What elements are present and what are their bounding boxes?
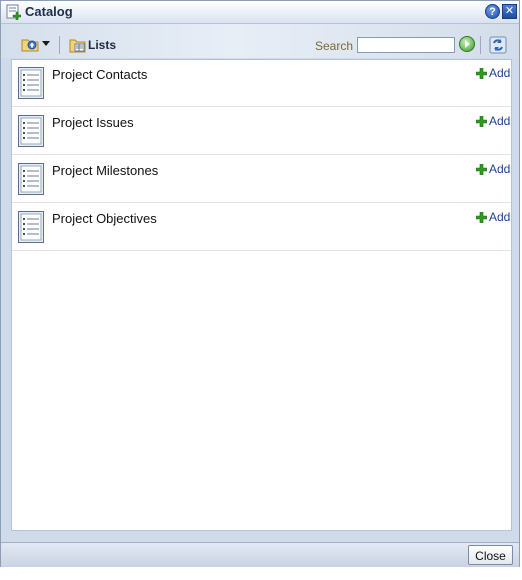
title-bar: Catalog ? ✕: [1, 1, 519, 24]
green-plus-icon: [476, 68, 487, 79]
dialog-footer: [1, 542, 519, 567]
search-label: Search: [315, 39, 354, 53]
list-item-title: Project Contacts: [52, 67, 148, 82]
list-item[interactable]: Project Issues Add: [12, 108, 511, 155]
list-item[interactable]: Project Milestones Add: [12, 156, 511, 203]
add-label[interactable]: Add: [489, 66, 510, 80]
chevron-down-icon[interactable]: [42, 41, 50, 46]
list-document-icon: [18, 115, 44, 147]
toolbar-divider: [480, 36, 481, 54]
folder-list-icon: [69, 39, 86, 53]
list-document-icon: [18, 211, 44, 243]
add-label[interactable]: Add: [489, 114, 510, 128]
catalog-dialog: Catalog ? ✕ Lists Search Project Contact…: [0, 0, 520, 567]
list-document-icon: [18, 67, 44, 99]
add-label[interactable]: Add: [489, 210, 510, 224]
window-close-button[interactable]: ✕: [502, 4, 517, 19]
toolbar: Lists Search: [1, 24, 519, 58]
list-item[interactable]: Project Objectives Add: [12, 204, 511, 251]
close-button[interactable]: Close: [468, 545, 513, 565]
green-plus-icon: [476, 212, 487, 223]
window-title: Catalog: [25, 4, 73, 19]
refresh-icon[interactable]: [489, 36, 507, 54]
add-label[interactable]: Add: [489, 162, 510, 176]
catalog-list: Project Contacts Add Project Issues Add: [11, 59, 512, 531]
toolbar-divider: [59, 36, 60, 54]
green-plus-icon: [476, 116, 487, 127]
list-item-title: Project Issues: [52, 115, 134, 130]
lists-breadcrumb[interactable]: Lists: [88, 38, 116, 52]
help-button[interactable]: ?: [485, 4, 500, 19]
list-item-title: Project Objectives: [52, 211, 157, 226]
catalog-add-icon: [6, 4, 21, 20]
green-plus-icon: [476, 164, 487, 175]
list-document-icon: [18, 163, 44, 195]
list-item-title: Project Milestones: [52, 163, 159, 178]
list-item[interactable]: Project Contacts Add: [12, 60, 511, 107]
go-arrow-icon[interactable]: [459, 36, 475, 52]
folder-up-icon[interactable]: [21, 36, 39, 52]
search-input[interactable]: [357, 37, 455, 53]
